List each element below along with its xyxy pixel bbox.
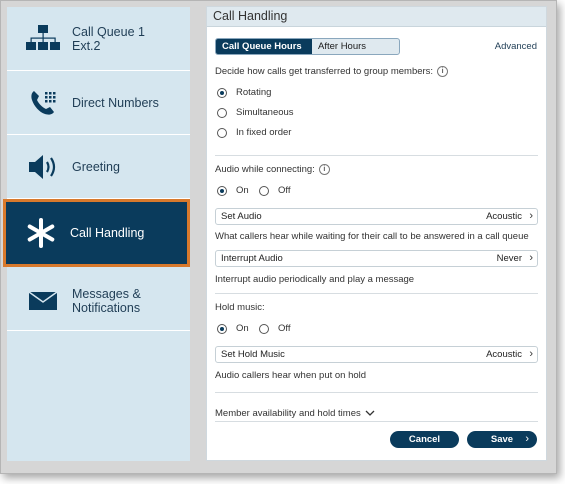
interrupt-audio-button[interactable]: Interrupt Audio Never › — [215, 250, 538, 267]
radio-hold-off[interactable] — [259, 324, 269, 334]
chevron-right-icon: › — [529, 252, 533, 264]
sidebar-item-label: Messages & Notifications — [72, 287, 141, 315]
save-button[interactable]: Save › — [467, 431, 537, 448]
member-availability-toggle[interactable]: Member availability and hold times — [215, 408, 375, 419]
sidebar-item-direct-numbers[interactable]: Direct Numbers — [7, 71, 190, 135]
row-label: Set Audio — [221, 211, 262, 222]
org-chart-icon — [25, 21, 61, 57]
radio-fixed-order[interactable] — [217, 128, 227, 138]
tab-after-hours[interactable]: After Hours — [312, 39, 372, 54]
chevron-right-icon: › — [525, 433, 529, 445]
advanced-link[interactable]: Advanced — [495, 41, 537, 52]
hours-tab-switch: Call Queue Hours After Hours — [215, 38, 400, 55]
sidebar-item-label: Greeting — [72, 160, 120, 174]
chevron-down-icon — [365, 410, 375, 416]
row-value: Acoustic — [486, 349, 522, 360]
chevron-right-icon: › — [529, 348, 533, 360]
divider — [215, 293, 538, 294]
row-label: Set Hold Music — [221, 349, 285, 360]
cancel-button[interactable]: Cancel — [390, 431, 459, 448]
radio-label: Off — [278, 185, 291, 196]
divider — [215, 421, 538, 422]
hold-help: Audio callers hear when put on hold — [215, 370, 367, 381]
sidebar-item-label: Direct Numbers — [72, 96, 159, 110]
radio-rotating[interactable] — [217, 88, 227, 98]
radio-hold-on[interactable] — [217, 324, 227, 334]
radio-audio-off[interactable] — [259, 186, 269, 196]
tab-call-queue-hours[interactable]: Call Queue Hours — [216, 39, 312, 54]
divider — [215, 392, 538, 393]
set-audio-help: What callers hear while waiting for thei… — [215, 231, 529, 242]
row-label: Interrupt Audio — [221, 253, 283, 264]
sidebar-item-call-handling[interactable]: Call Handling — [3, 199, 190, 267]
sidebar-item-messages[interactable]: Messages & Notifications — [7, 269, 190, 331]
radio-label: Simultaneous — [236, 107, 294, 118]
sidebar-item-greeting[interactable]: Greeting — [7, 135, 190, 199]
audio-connecting-label: Audio while connecting: i — [215, 164, 330, 175]
save-label: Save — [490, 434, 514, 445]
set-hold-music-button[interactable]: Set Hold Music Acoustic › — [215, 346, 538, 363]
row-value: Never — [496, 253, 522, 264]
radio-label: Off — [278, 323, 291, 334]
call-handling-panel: Call Handling Call Queue Hours After Hou… — [206, 6, 547, 461]
chevron-right-icon: › — [529, 210, 533, 222]
transfer-prompt: Decide how calls get transferred to grou… — [215, 66, 449, 77]
sidebar-item-call-queue[interactable]: Call Queue 1 Ext.2 — [7, 7, 190, 71]
hold-music-label: Hold music: — [215, 302, 265, 313]
envelope-icon — [25, 283, 61, 319]
radio-label: On — [236, 323, 249, 334]
asterisk-icon — [23, 215, 59, 251]
radio-label: Rotating — [236, 87, 272, 98]
info-icon[interactable]: i — [318, 164, 330, 175]
row-value: Acoustic — [486, 211, 522, 222]
page-title: Call Handling — [207, 7, 546, 27]
radio-audio-on[interactable] — [217, 186, 227, 196]
interrupt-help: Interrupt audio periodically and play a … — [215, 274, 415, 285]
radio-label: On — [236, 185, 249, 196]
info-icon[interactable]: i — [437, 66, 449, 77]
speaker-icon — [25, 149, 61, 185]
sidebar: Call Queue 1 Ext.2 Direct Numbers Greeti… — [3, 7, 190, 461]
sidebar-item-label: Call Handling — [70, 226, 145, 240]
sidebar-item-label: Call Queue 1 Ext.2 — [72, 25, 145, 53]
phone-icon — [25, 85, 61, 121]
radio-label: In fixed order — [236, 127, 292, 138]
divider — [215, 155, 538, 156]
set-audio-button[interactable]: Set Audio Acoustic › — [215, 208, 538, 225]
radio-simultaneous[interactable] — [217, 108, 227, 118]
